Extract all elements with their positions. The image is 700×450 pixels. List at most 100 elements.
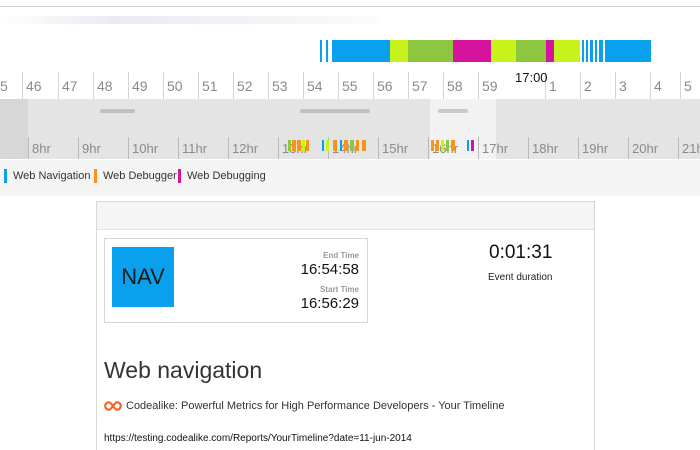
activity-segment[interactable]	[453, 40, 491, 62]
hour-label: 11hr	[182, 141, 208, 156]
page-url[interactable]: https://testing.codealike.com/Reports/Yo…	[104, 433, 412, 444]
minute-label: 56	[377, 78, 393, 94]
activity-mark	[326, 140, 329, 151]
activity-segment[interactable]	[497, 40, 516, 62]
legend-item: Web Debugger	[94, 169, 177, 183]
activity-mark	[441, 140, 444, 151]
activity-mark	[362, 140, 366, 151]
end-time-caption: End Time	[323, 251, 359, 260]
hour-label: 12hr	[232, 141, 259, 156]
legend-swatch	[94, 169, 97, 183]
legend-swatch	[178, 169, 181, 183]
activity-strip[interactable]	[0, 40, 700, 62]
activity-segment[interactable]	[599, 40, 603, 62]
activity-blur	[100, 109, 135, 113]
hour-label: 21h	[682, 141, 700, 156]
activity-segment[interactable]	[554, 40, 580, 62]
minute-label: 58	[447, 78, 463, 94]
hour-label: 17hr	[482, 141, 509, 156]
activity-mark	[297, 140, 301, 151]
activity-mark	[446, 140, 449, 151]
activity-mark	[471, 140, 474, 151]
activity-mark	[350, 140, 354, 151]
hour-label: 8hr	[32, 141, 51, 156]
minute-label: 57	[412, 78, 428, 94]
activity-segment[interactable]	[390, 40, 408, 62]
activity-mark	[436, 140, 439, 151]
event-title: Web navigation	[104, 357, 263, 383]
codealike-logo-icon	[104, 401, 122, 411]
nav-tile: NAV	[112, 247, 174, 307]
activity-segment[interactable]	[332, 40, 390, 62]
minute-label: 59	[482, 78, 498, 94]
hour-label: 9hr	[82, 141, 101, 156]
event-detail-panel: NAV End Time 16:54:58 Start Time 16:56:2…	[96, 201, 595, 450]
activity-mark	[306, 140, 309, 151]
header-fade	[0, 16, 380, 24]
hour-label: 15hr	[382, 141, 409, 156]
timeline-report-page: 5 46 47 48 49 50 51 52 53 54 55 56 57 58 59 1 2 3 4 5 17:00…	[0, 0, 700, 450]
activity-segment[interactable]	[320, 40, 322, 62]
minute-label: 53	[272, 78, 288, 94]
minute-label: 47	[62, 78, 78, 94]
activity-mark	[333, 140, 337, 151]
event-summary-card: NAV End Time 16:54:58 Start Time 16:56:2…	[104, 238, 368, 323]
activity-segment[interactable]	[408, 40, 453, 62]
activity-mark	[288, 140, 291, 151]
activity-blur	[300, 109, 370, 113]
hour-label: 20hr	[632, 141, 659, 156]
minute-label: 54	[307, 78, 323, 94]
minute-label: 3	[619, 78, 627, 94]
minute-label: 4	[654, 78, 662, 94]
minute-label: 5	[0, 78, 8, 94]
activity-segment[interactable]	[516, 40, 546, 62]
activity-mark	[292, 140, 296, 151]
panel-header	[97, 202, 594, 230]
end-time-value: 16:54:58	[300, 261, 359, 278]
activity-segment[interactable]	[546, 40, 554, 62]
activity-segment[interactable]	[595, 40, 597, 62]
activity-segment[interactable]	[605, 40, 651, 62]
activity-mark	[302, 140, 305, 151]
hour-label: 19hr	[582, 141, 609, 156]
hour-label: 10hr	[132, 141, 159, 156]
activity-mark	[340, 140, 342, 151]
activity-legend: Web Navigation Web Debugger Web Debugging	[0, 160, 700, 196]
minute-ruler[interactable]: 5 46 47 48 49 50 51 52 53 54 55 56 57 58 59 1 2 3 4 5	[0, 72, 700, 99]
minute-label: 5	[684, 78, 692, 94]
minute-label: 52	[237, 78, 253, 94]
activity-segment[interactable]	[590, 40, 593, 62]
start-time-value: 16:56:29	[300, 295, 359, 312]
minute-label: 50	[167, 78, 183, 94]
legend-label: Web Navigation	[13, 170, 91, 182]
hour-band-shade	[0, 99, 28, 159]
minute-label: 48	[97, 78, 113, 94]
event-duration-caption: Event duration	[488, 272, 553, 283]
legend-swatch	[4, 169, 7, 183]
minute-label: 55	[342, 78, 358, 94]
hour-overview-band[interactable]: 8hr9hr10hr11hr12hr13hr14hr15hr16hr17hr18…	[0, 99, 700, 159]
legend-label: Web Debugger	[103, 170, 177, 182]
event-duration-value: 0:01:31	[489, 242, 553, 263]
activity-mark	[344, 140, 348, 151]
page-row: Codealike: Powerful Metrics for High Per…	[104, 400, 504, 412]
minute-label: 51	[202, 78, 218, 94]
activity-segment[interactable]	[586, 40, 588, 62]
activity-mark	[451, 140, 455, 151]
activity-segment[interactable]	[326, 40, 328, 62]
legend-item: Web Navigation	[4, 169, 90, 183]
minute-label: 2	[584, 78, 592, 94]
activity-mark	[322, 140, 324, 151]
activity-mark	[431, 140, 434, 151]
start-time-caption: Start Time	[320, 285, 359, 294]
activity-segment[interactable]	[582, 40, 584, 62]
minute-label: 49	[132, 78, 148, 94]
page-title: Codealike: Powerful Metrics for High Per…	[126, 400, 505, 412]
activity-blur	[438, 109, 468, 113]
hour-label: 18hr	[532, 141, 559, 156]
minute-label: 46	[26, 78, 42, 94]
activity-mark	[467, 140, 469, 151]
legend-item: Web Debugging	[178, 169, 266, 183]
activity-mark	[356, 140, 359, 151]
legend-label: Web Debugging	[187, 170, 266, 182]
